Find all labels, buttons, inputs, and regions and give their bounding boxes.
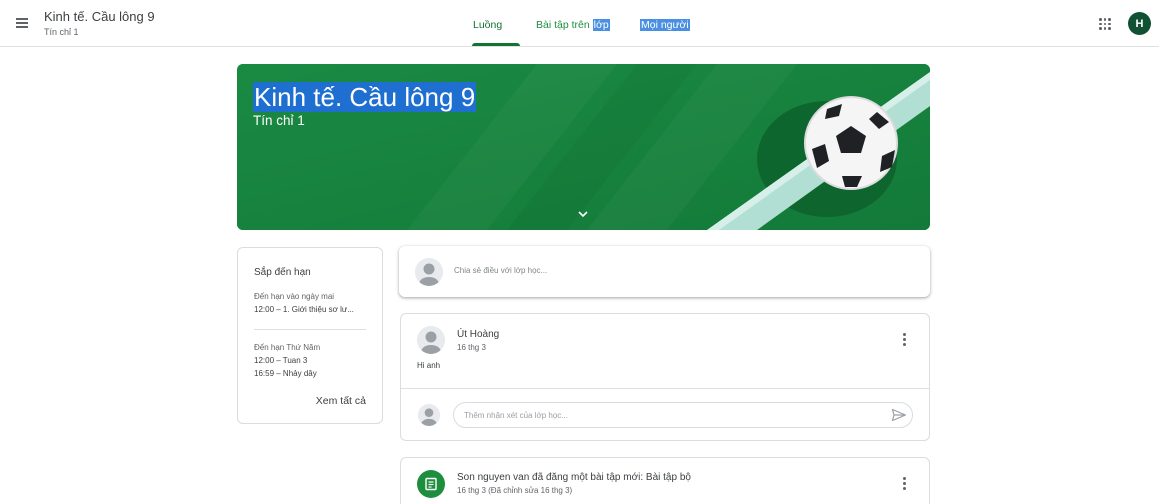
tab-stream[interactable]: Luồng [473, 19, 502, 31]
avatar [417, 326, 445, 354]
class-banner: Kinh tế. Cầu lông 9 Tín chỉ 1 [237, 64, 930, 230]
post-date: 16 thg 3 [457, 343, 486, 352]
stream-post: Út Hoàng 16 thg 3 Hi anh [400, 313, 930, 441]
upcoming-due-label: Đến hạn Thứ Năm [254, 343, 321, 352]
comment-input[interactable] [464, 408, 884, 422]
upcoming-divider [254, 329, 366, 330]
avatar [415, 258, 443, 286]
menu-icon[interactable] [14, 14, 32, 32]
top-app-bar: Kinh tế. Cầu lông 9 Tín chỉ 1 Luồng Bài … [0, 0, 1159, 47]
upcoming-title: Sắp đến hạn [254, 267, 311, 278]
view-all-link[interactable]: Xem tất cả [316, 395, 366, 407]
soccer-ball-icon [804, 96, 898, 190]
comment-box[interactable] [453, 402, 913, 428]
upcoming-item[interactable]: 12:00 – Tuan 3 [254, 356, 307, 365]
assignment-post[interactable]: Son nguyen van đã đăng một bài tập mới: … [400, 457, 930, 504]
post-author: Út Hoàng [457, 329, 500, 340]
assignment-icon [417, 470, 445, 498]
assignment-date: 16 thg 3 (Đã chỉnh sửa 16 thg 3) [457, 486, 573, 495]
course-title[interactable]: Kinh tế. Cầu lông 9 [44, 9, 155, 24]
share-with-class-box[interactable]: Chia sẻ điều với lớp học... [399, 246, 930, 297]
more-options-icon[interactable] [900, 476, 910, 492]
tab-classwork-label: Bài tập trên [536, 19, 593, 31]
post-divider [401, 388, 929, 389]
more-options-icon[interactable] [900, 332, 910, 348]
tab-classwork[interactable]: Bài tập trên lớp [536, 19, 610, 31]
send-icon[interactable] [891, 408, 907, 422]
assignment-title[interactable]: Son nguyen van đã đăng một bài tập mới: … [457, 472, 691, 483]
active-tab-indicator [472, 43, 520, 46]
google-apps-icon[interactable] [1098, 17, 1112, 31]
banner-title-text: Kinh tế. Cầu lông 9 [253, 82, 477, 112]
avatar [418, 404, 440, 426]
tab-classwork-highlight: lớp [592, 19, 610, 31]
chevron-down-icon[interactable] [577, 208, 589, 220]
post-body: Hi anh [417, 361, 441, 370]
upcoming-card: Sắp đến hạn Đến hạn vào ngày mai 12:00 –… [237, 247, 383, 424]
default-user-icon [418, 404, 440, 426]
upcoming-item[interactable]: 16:59 – Nhảy dây [254, 369, 317, 378]
course-subtitle: Tín chỉ 1 [44, 27, 79, 37]
banner-subtitle: Tín chỉ 1 [253, 113, 305, 128]
banner-title: Kinh tế. Cầu lông 9 [253, 82, 477, 113]
default-user-icon [417, 326, 445, 354]
default-user-icon [415, 258, 443, 286]
upcoming-item[interactable]: 12:00 – 1. Giới thiệu sơ lư... [254, 305, 354, 314]
upcoming-due-label: Đến hạn vào ngày mai [254, 292, 335, 301]
share-placeholder: Chia sẻ điều với lớp học... [454, 266, 548, 275]
tab-people-label: Mọi người [640, 19, 690, 31]
account-avatar[interactable]: H [1128, 12, 1151, 35]
tab-people[interactable]: Mọi người [640, 19, 690, 31]
tab-bar: Luồng Bài tập trên lớp Mọi người [0, 0, 1159, 47]
